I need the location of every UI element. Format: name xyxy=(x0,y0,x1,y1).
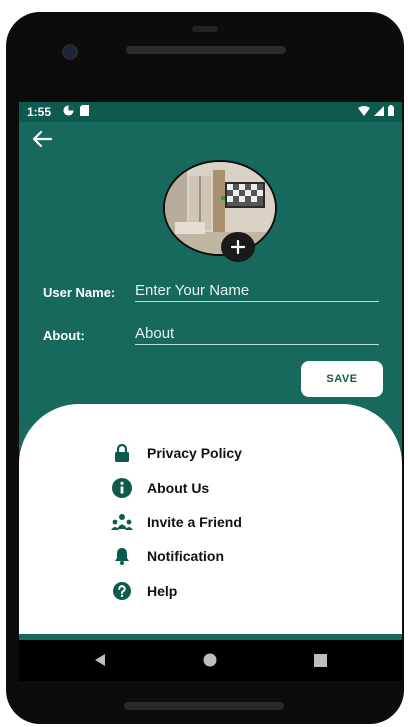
about-input[interactable] xyxy=(135,325,379,345)
profile-photo xyxy=(165,162,275,254)
app-notification-icon xyxy=(63,105,74,116)
nav-home-button[interactable] xyxy=(199,650,221,670)
menu-item-privacy-policy[interactable]: Privacy Policy xyxy=(111,442,242,464)
username-input[interactable] xyxy=(135,282,379,302)
username-label: User Name: xyxy=(43,285,116,300)
wifi-icon xyxy=(358,105,370,116)
menu-item-label: About Us xyxy=(147,480,210,496)
status-system-icons xyxy=(358,105,394,116)
triangle-back-icon xyxy=(95,654,105,666)
menu-item-label: Notification xyxy=(147,548,224,564)
status-notification-icons xyxy=(63,105,89,116)
menu-item-label: Invite a Friend xyxy=(147,514,242,530)
android-navigation-bar xyxy=(19,640,402,681)
battery-icon xyxy=(388,105,394,116)
menu-item-label: Privacy Policy xyxy=(147,445,242,461)
arrow-left-icon xyxy=(32,130,53,148)
menu-sheet: Privacy Policy About Us Invite a Friend … xyxy=(19,404,402,634)
device-bottom-grille xyxy=(124,702,284,710)
circle-home-icon xyxy=(203,653,217,667)
menu-item-label: Help xyxy=(147,583,178,599)
plus-icon xyxy=(231,240,245,254)
app-screen: 1:55 User Name: Enter Your Name About: A… xyxy=(19,102,402,681)
signal-icon xyxy=(374,105,384,116)
bell-icon xyxy=(111,545,133,567)
menu-item-invite-a-friend[interactable]: Invite a Friend xyxy=(111,511,242,533)
info-icon xyxy=(111,477,133,499)
earpiece-speaker xyxy=(126,46,286,54)
square-recents-icon xyxy=(313,653,327,667)
back-button[interactable] xyxy=(31,130,59,152)
nav-back-button[interactable] xyxy=(89,650,111,670)
device-speaker xyxy=(192,26,218,32)
profile-avatar[interactable] xyxy=(163,160,277,256)
help-icon xyxy=(111,580,133,602)
nav-recents-button[interactable] xyxy=(309,650,331,670)
people-icon xyxy=(111,511,133,533)
about-label: About: xyxy=(43,328,85,343)
sd-card-icon xyxy=(80,105,89,116)
status-bar: 1:55 xyxy=(19,102,402,122)
menu-item-help[interactable]: Help xyxy=(111,580,177,602)
menu-item-about-us[interactable]: About Us xyxy=(111,477,209,499)
save-button[interactable]: SAVE xyxy=(301,361,383,397)
status-time: 1:55 xyxy=(27,105,52,119)
device-frame: 1:55 User Name: Enter Your Name About: A… xyxy=(6,12,404,724)
lock-icon xyxy=(111,442,133,464)
menu-item-notification[interactable]: Notification xyxy=(111,545,224,567)
add-photo-button[interactable] xyxy=(221,232,255,262)
front-camera xyxy=(62,44,78,60)
